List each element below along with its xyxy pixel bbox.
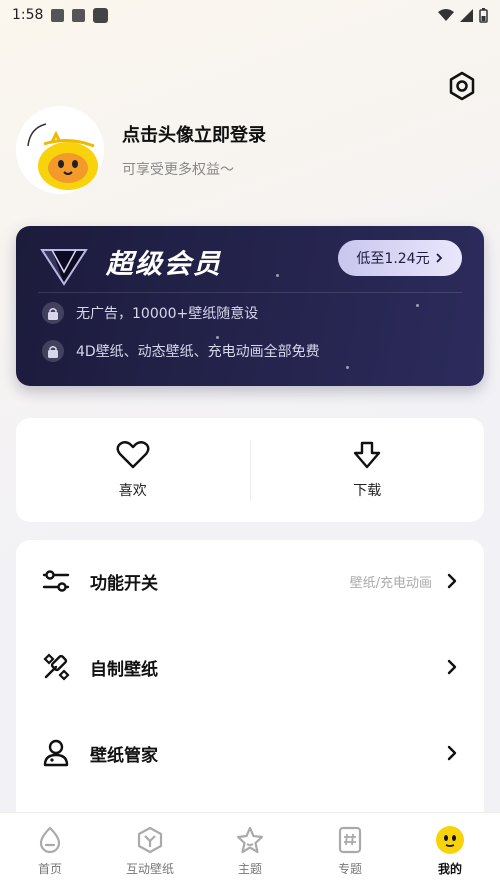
vip-perk-text: 4D壁纸、动态壁纸、充电动画全部免费 [76, 344, 320, 360]
battery-icon [479, 7, 488, 23]
menu-extra: 壁纸/充电动画 [349, 575, 432, 591]
tab-mine[interactable]: 我的 [400, 813, 500, 888]
interactive-wallpaper-icon [137, 826, 163, 853]
bottom-tab-bar: 首页 互动壁纸 主题 专题 我的 [0, 812, 500, 888]
lock-icon [42, 302, 64, 324]
notification-icon [93, 7, 109, 23]
lock-icon [42, 340, 64, 362]
menu-card: 功能开关 壁纸/充电动画 自制壁纸 壁纸管家 [16, 540, 484, 830]
vip-divider [38, 292, 462, 293]
tab-label: 专题 [337, 861, 362, 876]
status-bar: 1:58 [0, 0, 500, 30]
sliders-icon [42, 570, 70, 592]
tab-topic[interactable]: 专题 [300, 813, 400, 888]
chevron-right-icon [435, 253, 442, 263]
app-notification-icon [72, 8, 86, 22]
tab-home[interactable]: 首页 [0, 813, 100, 888]
brush-icon [43, 653, 70, 681]
menu-label: 功能开关 [90, 573, 158, 594]
menu-item-feature-switch[interactable]: 功能开关 壁纸/充电动画 [16, 546, 484, 616]
mine-icon [436, 825, 464, 854]
downloads-button[interactable]: 下载 [251, 418, 485, 522]
sparkle [416, 304, 419, 307]
tab-theme[interactable]: 主题 [200, 813, 300, 888]
favorites-button[interactable]: 喜欢 [16, 418, 250, 522]
gear-icon [449, 71, 475, 101]
login-title[interactable]: 点击头像立即登录 [122, 121, 266, 147]
vip-perk-item: 无广告，10000+壁纸随意设 [42, 302, 258, 324]
menu-label: 自制壁纸 [90, 659, 158, 680]
status-time: 1:58 [12, 7, 44, 23]
tab-label: 首页 [37, 861, 62, 876]
sparkle [346, 366, 349, 369]
chevron-right-icon [447, 659, 457, 675]
profile-login[interactable]: 点击头像立即登录 可享受更多权益～ [16, 105, 486, 195]
wifi-icon [438, 8, 454, 21]
chevron-right-icon [447, 745, 457, 761]
vip-title: 超级会员 [106, 249, 222, 280]
mascot-avatar-icon [16, 106, 104, 194]
chevron-right-icon [447, 573, 457, 589]
vip-card[interactable]: 超级会员 低至1.24元 无广告，10000+壁纸随意设 4D壁纸、动态壁纸、充… [16, 226, 484, 386]
menu-item-custom-wallpaper[interactable]: 自制壁纸 [16, 632, 484, 702]
vip-perk-text: 无广告，10000+壁纸随意设 [76, 306, 259, 322]
tab-label: 互动壁纸 [125, 861, 174, 876]
gallery-notification-icon [51, 8, 65, 22]
heart-icon [116, 441, 150, 469]
topic-icon [338, 826, 362, 853]
tab-interactive-wallpaper[interactable]: 互动壁纸 [100, 813, 200, 888]
favorites-label: 喜欢 [118, 483, 147, 499]
download-icon [354, 441, 381, 469]
quick-actions-card: 喜欢 下载 [16, 418, 484, 522]
tab-label: 主题 [237, 861, 262, 876]
sparkle [276, 274, 279, 277]
sparkle [216, 336, 219, 339]
vip-perk-item: 4D壁纸、动态壁纸、充电动画全部免费 [42, 340, 320, 362]
diamond-logo-icon [40, 249, 88, 286]
menu-item-wallpaper-manager[interactable]: 壁纸管家 [16, 718, 484, 788]
home-icon [39, 825, 61, 853]
signal-icon [460, 8, 473, 22]
settings-button[interactable] [446, 70, 478, 102]
login-subtitle: 可享受更多权益～ [122, 162, 234, 178]
vip-price-label: 低至1.24元 [356, 251, 430, 267]
avatar[interactable] [16, 106, 104, 194]
user-manager-icon [43, 739, 69, 767]
downloads-label: 下载 [353, 483, 382, 499]
vip-price-button[interactable]: 低至1.24元 [338, 240, 462, 276]
tab-label: 我的 [437, 861, 462, 876]
menu-label: 壁纸管家 [90, 745, 158, 766]
star-icon [236, 826, 264, 853]
